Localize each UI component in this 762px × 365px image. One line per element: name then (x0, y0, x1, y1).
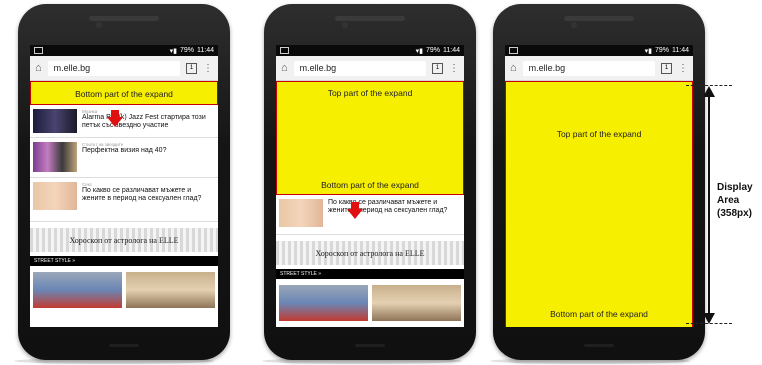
url-field[interactable]: m.elle.bg (522, 60, 655, 76)
notification-icon (509, 47, 518, 54)
home-icon[interactable]: ⌂ (281, 62, 288, 74)
screen-2: ▾▮ 79% 11:44 ⌂ m.elle.bg 1 ⋮ Top part of… (276, 45, 464, 327)
browser-toolbar: ⌂ m.elle.bg 1 ⋮ (276, 56, 464, 81)
article-item[interactable]: По какво се различават мъжете и жените в… (276, 195, 464, 235)
display-area-line1: Display (717, 182, 753, 193)
phone-bottom-bar (355, 344, 385, 347)
clock: 11:44 (443, 47, 460, 54)
notification-icon (280, 47, 289, 54)
article-title[interactable]: Alarma Pun(k) Jazz Fest стартира този пе… (82, 114, 215, 130)
expand-top-label: Top part of the expand (327, 88, 413, 98)
phone-bottom-bar (109, 344, 139, 347)
signal-icon: ▾▮ (169, 47, 177, 55)
phone-1: ▾▮ 79% 11:44 ⌂ m.elle.bg 1 ⋮ Bottom part… (18, 4, 230, 360)
horoscope-banner[interactable]: Хороскоп от астролога на ELLE (276, 241, 464, 265)
expand-banner-half[interactable]: Top part of the expand Bottom part of th… (276, 81, 464, 195)
article-title[interactable]: По какво се различават мъжете и жените в… (82, 187, 215, 203)
article-item[interactable]: Секс По какво се различават мъжете и жен… (30, 178, 218, 222)
screen-1: ▾▮ 79% 11:44 ⌂ m.elle.bg 1 ⋮ Bottom part… (30, 45, 218, 327)
status-bar: ▾▮ 79% 11:44 (276, 45, 464, 56)
photo (33, 272, 122, 308)
url-field[interactable]: m.elle.bg (293, 60, 426, 76)
signal-icon: ▾▮ (415, 47, 423, 55)
speaker-grill (89, 16, 159, 21)
battery-percent: 79% (179, 47, 194, 54)
browser-toolbar: ⌂ m.elle.bg 1 ⋮ (30, 56, 218, 81)
browser-toolbar: ⌂ m.elle.bg 1 ⋮ (505, 56, 693, 81)
overflow-menu-icon[interactable]: ⋮ (203, 63, 213, 74)
display-area-line3: (358px) (717, 208, 753, 219)
notification-icon (34, 47, 43, 54)
signal-icon: ▾▮ (644, 47, 652, 55)
tab-switcher-button[interactable]: 1 (661, 62, 672, 74)
speaker-grill (335, 16, 405, 21)
status-bar: ▾▮ 79% 11:44 (30, 45, 218, 56)
home-icon[interactable]: ⌂ (35, 62, 42, 74)
tab-switcher-button[interactable]: 1 (186, 62, 197, 74)
horoscope-banner[interactable]: Хороскоп от астролога на ELLE (30, 228, 218, 252)
front-camera (571, 22, 577, 28)
clock: 11:44 (197, 47, 214, 54)
display-area-arrow (703, 86, 715, 324)
overflow-menu-icon[interactable]: ⋮ (449, 63, 459, 74)
photo (372, 285, 461, 321)
street-style-header[interactable]: STREET STYLE » (276, 269, 464, 279)
down-arrow-icon (347, 202, 363, 219)
expand-bottom-label: Bottom part of the expand (321, 180, 419, 190)
down-arrow-icon (107, 110, 123, 127)
photo (126, 272, 215, 308)
street-style-photos[interactable] (276, 285, 464, 321)
front-camera (96, 22, 102, 28)
photo (279, 285, 368, 321)
url-field[interactable]: m.elle.bg (47, 60, 180, 76)
article-item[interactable]: Стилът на звездите Перфектна визия над 4… (30, 138, 218, 178)
clock: 11:44 (672, 47, 689, 54)
status-bar: ▾▮ 79% 11:44 (505, 45, 693, 56)
tab-switcher-button[interactable]: 1 (432, 62, 443, 74)
street-style-header[interactable]: STREET STYLE » (30, 256, 218, 266)
article-item[interactable]: Музика Alarma Pun(k) Jazz Fest стартира … (30, 105, 218, 138)
expand-bottom-label: Bottom part of the expand (550, 309, 648, 319)
expand-banner-collapsed[interactable]: Bottom part of the expand (30, 81, 218, 105)
battery-percent: 79% (654, 47, 669, 54)
article-thumbnail (279, 199, 323, 227)
phone-2: ▾▮ 79% 11:44 ⌂ m.elle.bg 1 ⋮ Top part of… (264, 4, 476, 360)
article-title[interactable]: Перфектна визия над 40? (82, 147, 166, 155)
display-area-label: Display Area (358px) (717, 181, 753, 220)
street-style-photos[interactable] (30, 272, 218, 308)
article-thumbnail (33, 182, 77, 210)
battery-percent: 79% (425, 47, 440, 54)
expand-bottom-label: Bottom part of the expand (75, 89, 173, 99)
expand-banner-full[interactable]: Top part of the expand Bottom part of th… (505, 81, 693, 327)
speaker-grill (564, 16, 634, 21)
screen-3: ▾▮ 79% 11:44 ⌂ m.elle.bg 1 ⋮ Top part of… (505, 45, 693, 327)
article-thumbnail (33, 142, 77, 172)
article-thumbnail (33, 109, 77, 133)
expand-top-label: Top part of the expand (556, 129, 642, 139)
phone-3: ▾▮ 79% 11:44 ⌂ m.elle.bg 1 ⋮ Top part of… (493, 4, 705, 360)
home-icon[interactable]: ⌂ (510, 62, 517, 74)
phone-bottom-bar (584, 344, 614, 347)
display-area-line2: Area (717, 195, 740, 206)
front-camera (342, 22, 348, 28)
overflow-menu-icon[interactable]: ⋮ (678, 63, 688, 74)
